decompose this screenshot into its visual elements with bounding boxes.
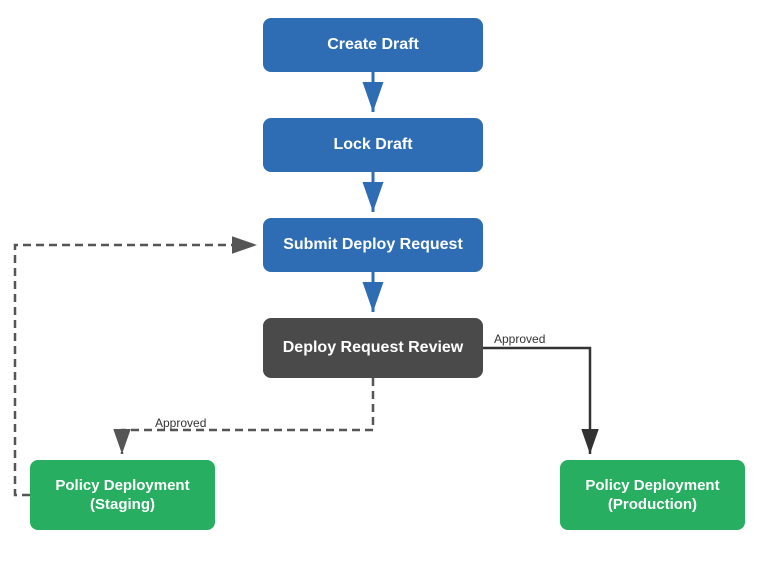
deploy-review-node: Deploy Request Review (263, 318, 483, 378)
submit-deploy-node: Submit Deploy Request (263, 218, 483, 272)
policy-staging-label: Policy Deployment(Staging) (55, 476, 189, 515)
approved-right-label: Approved (494, 332, 545, 346)
approved-left-label: Approved (155, 416, 206, 430)
policy-production-node: Policy Deployment(Production) (560, 460, 745, 530)
submit-deploy-label: Submit Deploy Request (283, 236, 463, 254)
policy-staging-node: Policy Deployment(Staging) (30, 460, 215, 530)
diagram-container: Create Draft Lock Draft Submit Deploy Re… (0, 0, 776, 582)
lock-draft-label: Lock Draft (333, 136, 412, 154)
deploy-review-label: Deploy Request Review (283, 339, 464, 357)
policy-production-label: Policy Deployment(Production) (585, 476, 719, 515)
create-draft-label: Create Draft (327, 36, 419, 54)
create-draft-node: Create Draft (263, 18, 483, 72)
lock-draft-node: Lock Draft (263, 118, 483, 172)
